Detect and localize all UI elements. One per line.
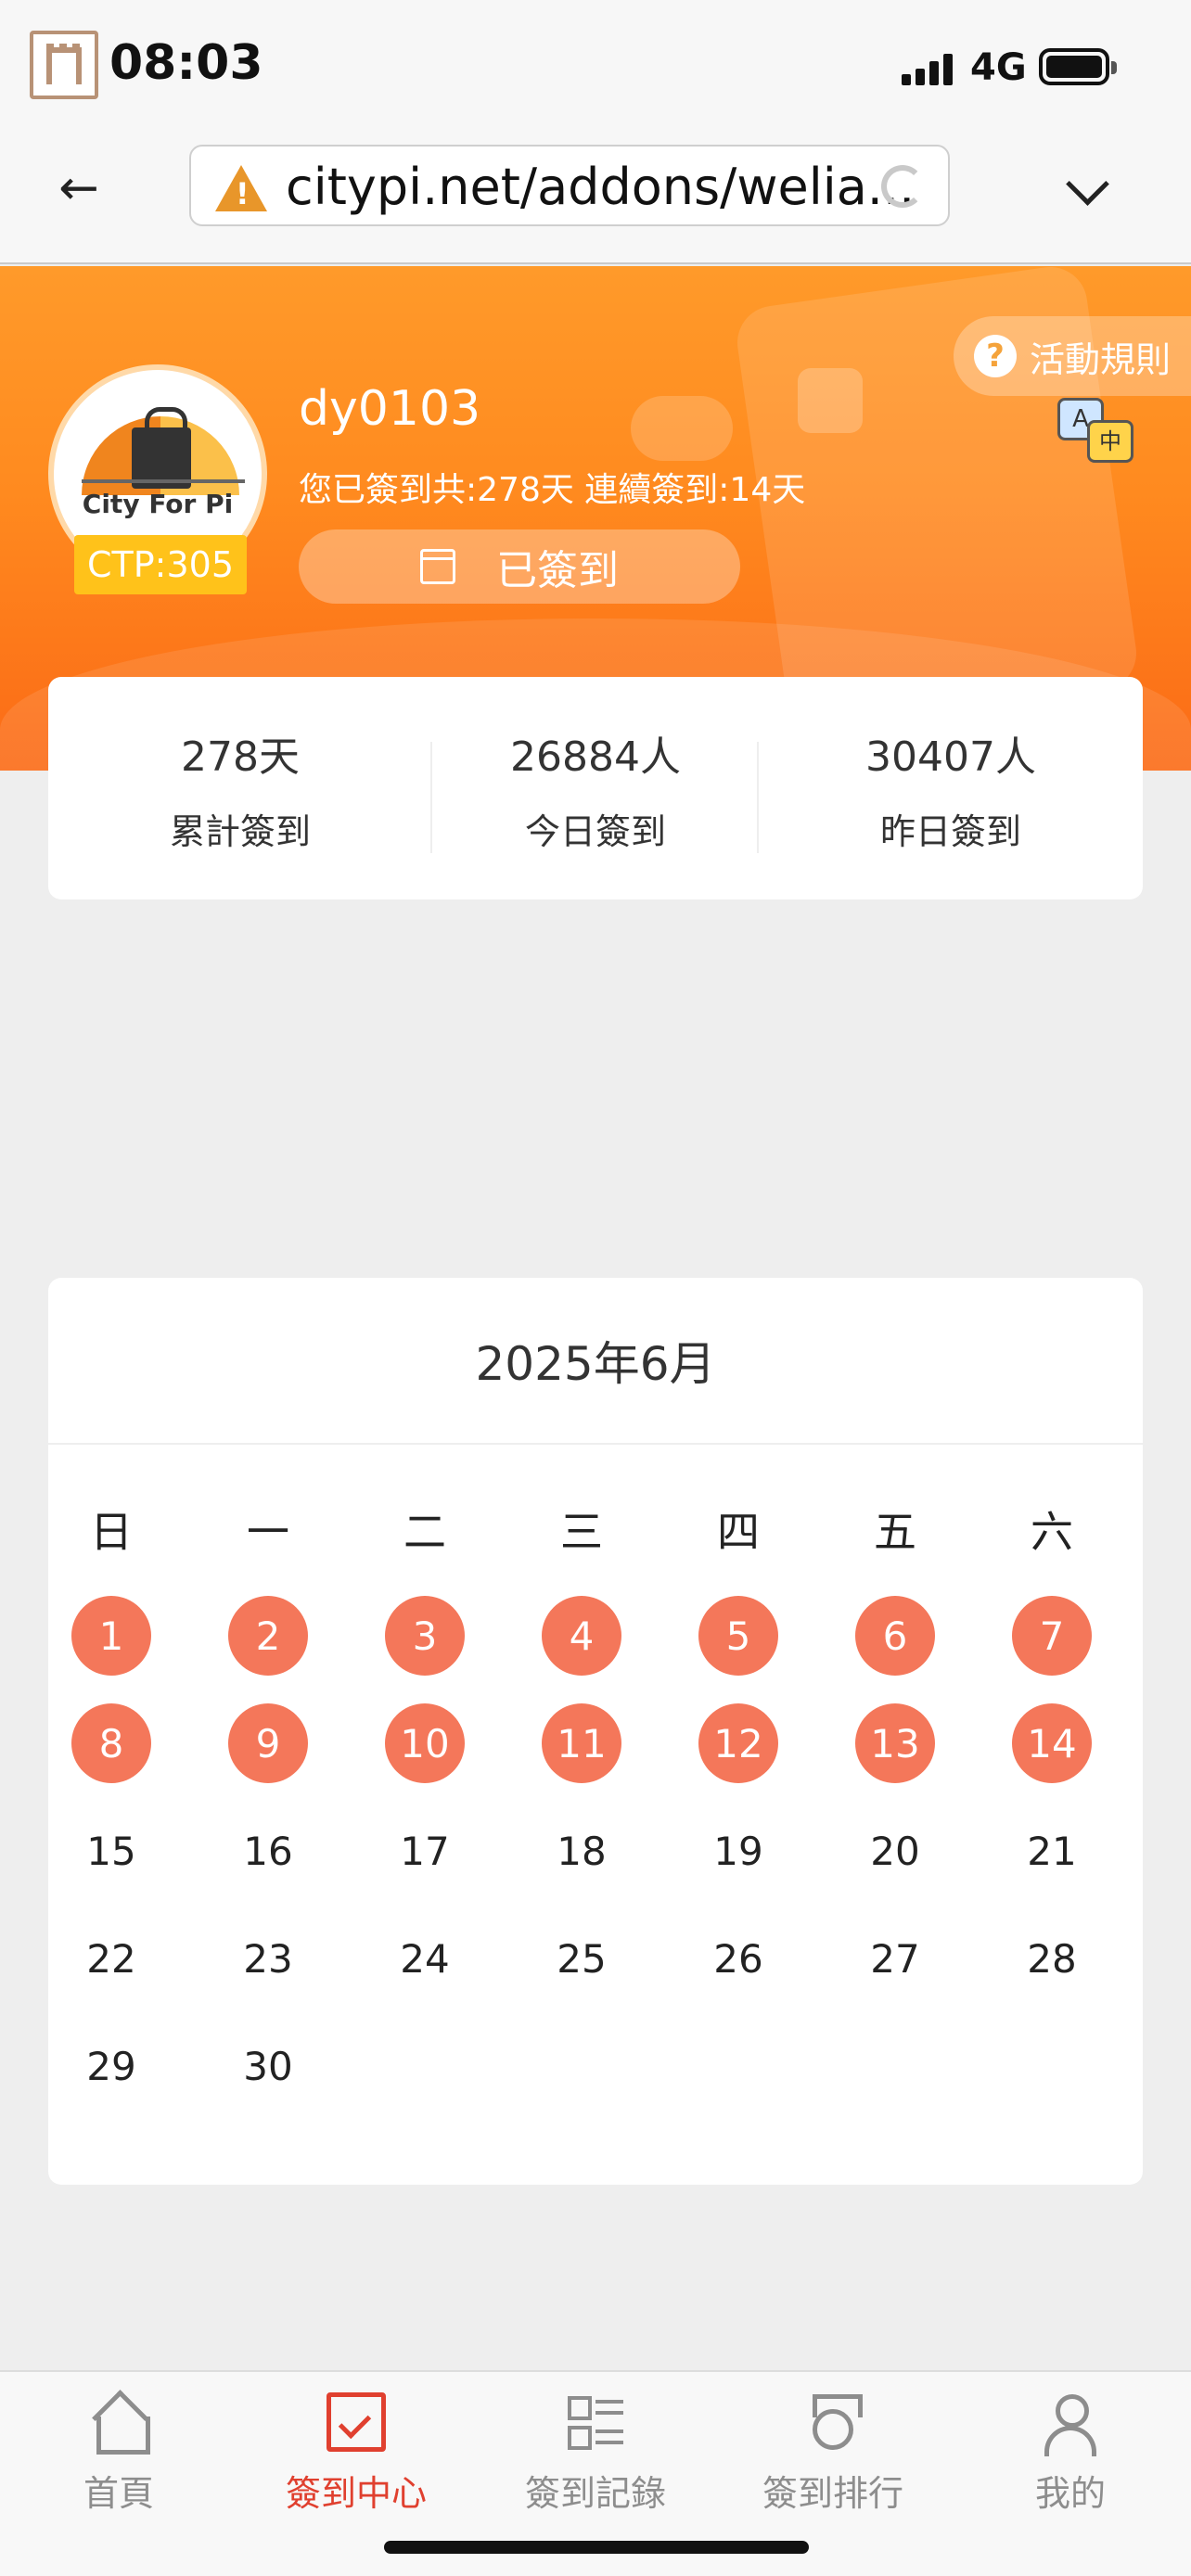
tab-label: 我的 (1034, 2473, 1106, 2514)
medal-icon (803, 2392, 863, 2452)
ctp-balance-badge: CTP:305 (74, 535, 247, 594)
calendar-day[interactable]: 2 (228, 1596, 308, 1676)
calendar-day[interactable]: 26 (698, 1919, 778, 1998)
stat-yesterday: 30407人 昨日簽到 (759, 723, 1143, 854)
castle-app-icon (30, 31, 98, 99)
calendar-day[interactable]: 4 (542, 1596, 621, 1676)
network-type: 4G (970, 46, 1027, 89)
calendar-day[interactable]: 16 (228, 1811, 308, 1891)
stat-total: 278天 累計簽到 (48, 723, 432, 854)
warning-icon (215, 165, 267, 211)
stat-label: 累計簽到 (169, 810, 311, 852)
stat-today: 26884人 今日簽到 (432, 723, 759, 854)
signin-summary: 您已簽到共:278天 連續簽到:14天 (299, 471, 806, 509)
calendar-day[interactable]: 8 (71, 1703, 151, 1783)
calendar-day[interactable]: 19 (698, 1811, 778, 1891)
activity-rules-label: 活動規則 (1030, 338, 1172, 380)
signed-in-button[interactable]: 已簽到 (299, 529, 740, 604)
calendar-day[interactable]: 21 (1012, 1811, 1092, 1891)
username: dy0103 (299, 381, 481, 437)
stat-value: 26884人 (510, 733, 681, 781)
calendar-day[interactable]: 22 (71, 1919, 151, 1998)
status-bar: 08:03 4G (0, 0, 1191, 130)
calendar-day[interactable]: 20 (855, 1811, 935, 1891)
calendar-day[interactable]: 25 (542, 1919, 621, 1998)
calendar-day[interactable]: 11 (542, 1703, 621, 1783)
home-indicator (384, 2541, 809, 2554)
calendar-day[interactable]: 3 (385, 1596, 465, 1676)
weekday-label: 五 (874, 1507, 916, 1557)
activity-rules-button[interactable]: ? 活動規則 (954, 316, 1191, 396)
calendar-day[interactable]: 13 (855, 1703, 935, 1783)
calendar-day[interactable]: 17 (385, 1811, 465, 1891)
tab-home[interactable]: 首頁 (17, 2392, 221, 2516)
calendar-day[interactable]: 27 (855, 1919, 935, 1998)
weekday-label: 二 (403, 1507, 446, 1557)
cellular-signal-icon (902, 52, 957, 85)
tab-label: 簽到記錄 (524, 2473, 666, 2514)
back-button[interactable]: ← (46, 156, 111, 221)
calendar-day[interactable]: 15 (71, 1811, 151, 1891)
signin-calendar: 2025年6月 日一二三四五六 1 2 3 4 5 6 7 8 9 10 11 12 13 14 15 16 17… (48, 1278, 1143, 2185)
user-icon (1041, 2392, 1100, 2456)
calendar-day[interactable]: 29 (71, 2026, 151, 2106)
calendar-month-title: 2025年6月 (48, 1278, 1143, 1445)
weekday-label: 三 (560, 1507, 603, 1557)
weekday-label: 一 (247, 1507, 289, 1557)
calendar-day[interactable]: 5 (698, 1596, 778, 1676)
calendar-icon (420, 549, 455, 584)
calendar-day[interactable]: 9 (228, 1703, 308, 1783)
calendar-day[interactable]: 7 (1012, 1596, 1092, 1676)
decorative-search-bubble (798, 368, 863, 433)
translate-icon[interactable]: A 中 (1057, 398, 1133, 465)
tab-label: 首頁 (83, 2473, 154, 2514)
tab-mine[interactable]: 我的 (968, 2392, 1172, 2516)
list-icon (566, 2392, 625, 2452)
calendar-day[interactable]: 24 (385, 1919, 465, 1998)
calendar-day[interactable]: 30 (228, 2026, 308, 2106)
calendar-day[interactable]: 12 (698, 1703, 778, 1783)
weekday-label: 六 (1031, 1507, 1073, 1557)
browser-toolbar: ← citypi.net/addons/welia... (0, 130, 1191, 264)
address-bar[interactable]: citypi.net/addons/welia... (189, 145, 950, 226)
url-text: citypi.net/addons/welia... (286, 158, 916, 216)
calendar-day[interactable]: 1 (71, 1596, 151, 1676)
battery-icon (1039, 48, 1117, 85)
stat-label: 今日簽到 (524, 810, 666, 852)
signin-stats-card: 278天 累計簽到 26884人 今日簽到 30407人 昨日簽到 (48, 677, 1143, 899)
chevron-down-icon[interactable] (1065, 167, 1111, 213)
tab-label: 簽到排行 (762, 2473, 903, 2514)
calendar-day[interactable]: 14 (1012, 1703, 1092, 1783)
avatar-brand-text: City For Pi (82, 489, 234, 519)
signed-in-label: 已簽到 (496, 547, 619, 594)
tab-checkin-ranking[interactable]: 簽到排行 (731, 2392, 935, 2516)
question-icon: ? (974, 335, 1017, 377)
reload-icon[interactable] (881, 165, 924, 208)
tab-checkin-records[interactable]: 簽到記錄 (493, 2392, 698, 2516)
weekday-label: 四 (717, 1507, 760, 1557)
stat-value: 278天 (181, 733, 300, 781)
stat-label: 昨日簽到 (879, 810, 1021, 852)
stat-value: 30407人 (865, 733, 1036, 781)
home-icon (89, 2392, 150, 2455)
calendar-day[interactable]: 23 (228, 1919, 308, 1998)
calendar-day[interactable]: 18 (542, 1811, 621, 1891)
tab-checkin-center[interactable]: 簽到中心 (254, 2392, 458, 2516)
checkin-icon (327, 2392, 386, 2452)
weekday-label: 日 (90, 1507, 133, 1557)
status-time: 08:03 (109, 35, 263, 91)
decorative-cloud (631, 396, 733, 461)
calendar-day[interactable]: 10 (385, 1703, 465, 1783)
calendar-day[interactable]: 6 (855, 1596, 935, 1676)
tab-label: 簽到中心 (285, 2473, 427, 2514)
calendar-day[interactable]: 28 (1012, 1919, 1092, 1998)
